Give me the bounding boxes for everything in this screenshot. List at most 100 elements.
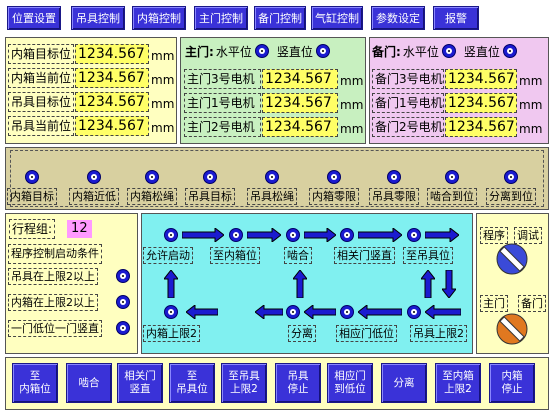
flow-step-indicator-icon bbox=[164, 228, 178, 242]
stroke-group-value[interactable]: 12 bbox=[67, 220, 92, 238]
indicator-lamp-icon bbox=[25, 170, 39, 184]
inner-box-unit: mm bbox=[151, 97, 175, 111]
flow-step-indicator-icon bbox=[164, 305, 178, 319]
backup-door-horizontal-label: 水平位 bbox=[402, 44, 439, 59]
door-selector-knob[interactable] bbox=[496, 313, 528, 345]
flow-arrow-left-icon bbox=[303, 303, 337, 321]
start-conditions-title: 程序控制启动条件 bbox=[8, 244, 102, 264]
flow-step-label: 允许启动 bbox=[143, 247, 193, 264]
flow-arrow-left-icon bbox=[185, 303, 219, 321]
backup-door-vertical-indicator-icon bbox=[502, 44, 517, 58]
flow-arrow-right-icon bbox=[424, 226, 460, 244]
flow-step-label: 相应门低位 bbox=[336, 325, 397, 342]
indicator-lamp-icon bbox=[327, 170, 341, 184]
indicator-label: 内箱零限 bbox=[309, 188, 359, 205]
indicator-label: 分离到位 bbox=[486, 188, 536, 205]
flow-arrow-left-icon bbox=[357, 303, 403, 321]
control-button-3[interactable]: 相关门 竖直 bbox=[117, 363, 163, 403]
start-condition-indicator-icon bbox=[116, 295, 130, 309]
inner-box-label: 内箱目标位 bbox=[8, 44, 74, 64]
backup-door-motor-value: 1234.567 bbox=[445, 93, 517, 113]
inner-box-row: 内箱当前位 1234.567 mm bbox=[8, 67, 174, 89]
flow-arrow-up-icon bbox=[162, 269, 180, 299]
backup-door-motor-label: 备门2号电机 bbox=[372, 117, 444, 137]
control-button-5[interactable]: 至吊具 上限2 bbox=[221, 363, 267, 403]
indicator-lamp-icon bbox=[203, 170, 217, 184]
main-door-motor-unit: mm bbox=[340, 74, 364, 88]
inner-box-label: 内箱当前位 bbox=[8, 68, 74, 88]
nav-button-8[interactable]: 报警 bbox=[433, 6, 479, 30]
start-condition-label: 一门低位一门竖直 bbox=[8, 320, 102, 337]
flow-step-label: 分离 bbox=[288, 325, 316, 342]
inner-box-row: 内箱目标位 1234.567 mm bbox=[8, 43, 174, 65]
main-door-motor-row: 主门2号电机 1234.567 mm bbox=[184, 116, 363, 138]
flow-arrow-down-icon bbox=[440, 269, 458, 299]
flow-arrow-left-icon bbox=[254, 303, 284, 321]
backup-door-motor-label: 备门1号电机 bbox=[372, 93, 444, 113]
flow-step-indicator-icon bbox=[340, 305, 354, 319]
indicator-lamp-icon bbox=[387, 170, 401, 184]
indicator-lamp-icon bbox=[445, 170, 459, 184]
control-button-4[interactable]: 至 吊具位 bbox=[169, 363, 215, 403]
flow-step-indicator-icon bbox=[229, 228, 243, 242]
start-condition-label: 吊具在上限2以上 bbox=[8, 268, 98, 285]
main-door-vertical-indicator-icon bbox=[315, 44, 330, 58]
control-button-10[interactable]: 内箱 停止 bbox=[489, 363, 535, 403]
backup-door-motor-label: 备门3号电机 bbox=[372, 69, 444, 89]
inner-box-unit: mm bbox=[151, 121, 175, 135]
inner-box-value: 1234.567 bbox=[75, 116, 149, 136]
inner-box-label: 吊具目标位 bbox=[8, 92, 74, 112]
nav-button-6[interactable]: 气缸控制 bbox=[311, 6, 363, 30]
inner-box-unit: mm bbox=[151, 73, 175, 87]
indicator-lamp-icon bbox=[265, 170, 279, 184]
inner-box-value: 1234.567 bbox=[75, 68, 149, 88]
backup-door-motor-row: 备门1号电机 1234.567 mm bbox=[372, 92, 542, 114]
nav-button-1[interactable]: 位置设置 bbox=[7, 6, 61, 30]
limit-indicator: 分离到位 bbox=[483, 170, 539, 205]
indicator-lamp-icon bbox=[87, 170, 101, 184]
flow-arrow-right-icon bbox=[303, 226, 337, 244]
backup-door-motor-unit: mm bbox=[519, 74, 543, 88]
backup-door-select-label: 备门 bbox=[518, 295, 546, 312]
control-button-6[interactable]: 吊具 停止 bbox=[275, 363, 321, 403]
main-door-motor-label: 主门2号电机 bbox=[184, 117, 261, 137]
control-button-9[interactable]: 至内箱 上限2 bbox=[435, 363, 481, 403]
flow-step-indicator-icon bbox=[340, 228, 354, 242]
control-button-2[interactable]: 啮合 bbox=[66, 363, 112, 403]
backup-door-title: 备门: bbox=[372, 44, 401, 59]
program-debug-selector-knob[interactable] bbox=[496, 243, 528, 275]
limit-indicator: 吊具松绳 bbox=[244, 170, 300, 205]
inner-box-row: 吊具当前位 1234.567 mm bbox=[8, 115, 174, 137]
program-mode-label: 程序 bbox=[480, 227, 508, 244]
limit-indicator: 吊具零限 bbox=[366, 170, 422, 205]
limit-indicator: 内箱近低 bbox=[66, 170, 122, 205]
main-door-motor-value: 1234.567 bbox=[262, 69, 338, 89]
nav-button-7[interactable]: 参数设定 bbox=[371, 6, 425, 30]
start-condition-indicator-icon bbox=[116, 269, 130, 283]
nav-button-2[interactable]: 吊具控制 bbox=[71, 6, 125, 30]
flow-arrow-left-icon bbox=[424, 303, 462, 321]
control-button-7[interactable]: 相应门 到低位 bbox=[327, 363, 373, 403]
backup-door-motor-value: 1234.567 bbox=[445, 69, 517, 89]
indicator-label: 吊具零限 bbox=[369, 188, 419, 205]
flow-arrow-up-icon bbox=[419, 269, 437, 299]
inner-box-value: 1234.567 bbox=[75, 44, 149, 64]
flow-arrow-right-icon bbox=[181, 226, 225, 244]
backup-door-motor-row: 备门3号电机 1234.567 mm bbox=[372, 68, 542, 90]
start-condition-indicator-icon bbox=[116, 321, 130, 335]
limit-indicator: 内箱松绳 bbox=[124, 170, 180, 205]
flow-arrow-right-icon bbox=[246, 226, 282, 244]
inner-box-value: 1234.567 bbox=[75, 92, 149, 112]
backup-door-vertical-label: 竖直位 bbox=[463, 44, 500, 59]
control-button-1[interactable]: 至 内箱位 bbox=[12, 363, 58, 403]
main-door-motor-label: 主门3号电机 bbox=[184, 69, 261, 89]
limit-indicator: 吊具目标 bbox=[182, 170, 238, 205]
indicator-label: 内箱近低 bbox=[69, 188, 119, 205]
nav-button-4[interactable]: 主门控制 bbox=[194, 6, 248, 30]
flow-arrow-right-icon bbox=[357, 226, 403, 244]
limit-indicator: 啮合到位 bbox=[424, 170, 480, 205]
nav-button-3[interactable]: 内箱控制 bbox=[132, 6, 186, 30]
nav-button-5[interactable]: 备门控制 bbox=[254, 6, 306, 30]
flow-step-indicator-icon bbox=[407, 305, 421, 319]
control-button-8[interactable]: 分离 bbox=[381, 363, 427, 403]
